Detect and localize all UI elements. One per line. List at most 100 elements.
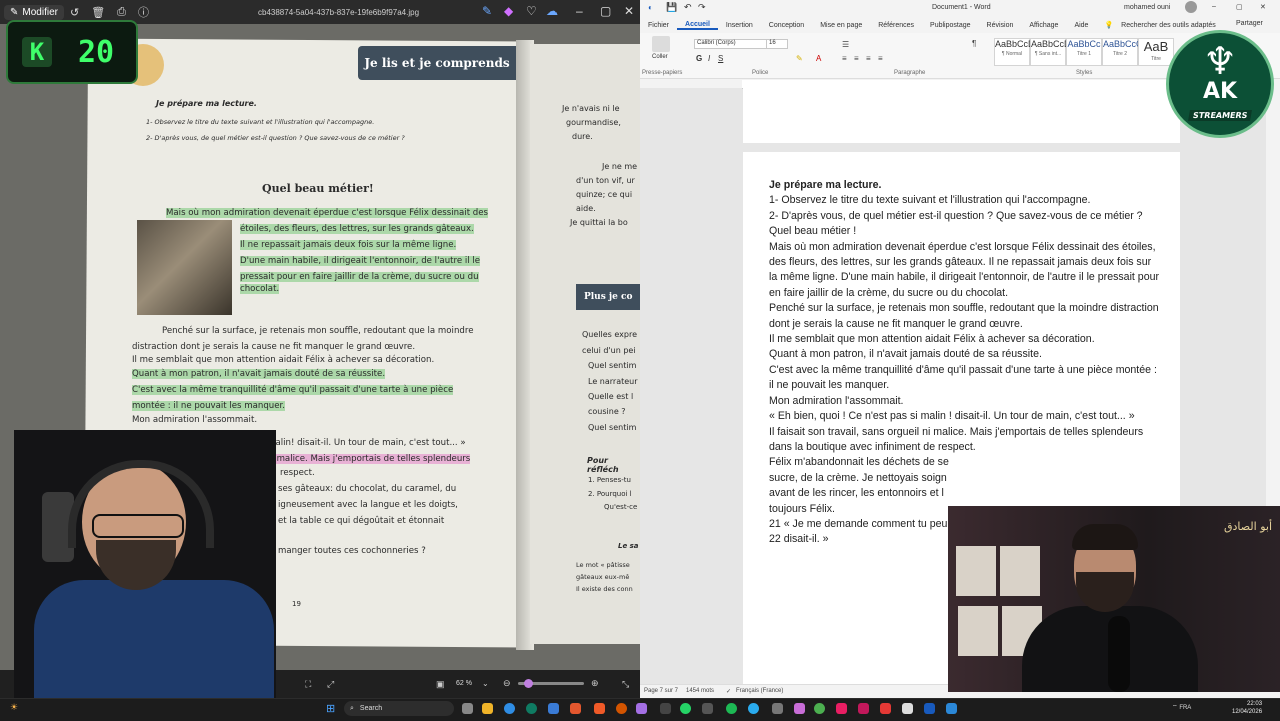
- app-icon[interactable]: [858, 703, 869, 714]
- brave-icon[interactable]: [594, 703, 605, 714]
- italic-button[interactable]: I: [708, 54, 710, 63]
- tab-fichier[interactable]: Fichier: [640, 22, 677, 29]
- app-icon[interactable]: [570, 703, 581, 714]
- file-explorer-icon[interactable]: [482, 703, 493, 714]
- edge-icon[interactable]: [504, 703, 515, 714]
- bullets-icon[interactable]: ☰: [842, 40, 849, 49]
- chrome-icon[interactable]: [814, 703, 825, 714]
- tab-affichage[interactable]: Affichage: [1021, 22, 1066, 29]
- discord-icon[interactable]: [660, 703, 671, 714]
- highlight-icon[interactable]: ✎: [796, 54, 803, 63]
- undo-icon[interactable]: ↶: [684, 2, 692, 13]
- info-icon[interactable]: ⓘ: [138, 4, 149, 20]
- close-button[interactable]: ✕: [624, 4, 634, 18]
- align-center-icon[interactable]: ≡: [854, 54, 859, 63]
- maximize-button[interactable]: ▢: [600, 4, 611, 18]
- task-view-icon[interactable]: [462, 703, 473, 714]
- maximize-button[interactable]: ▢: [1236, 3, 1243, 11]
- tab-conception[interactable]: Conception: [761, 22, 812, 29]
- print-icon[interactable]: ⎙: [117, 6, 126, 19]
- app-icon[interactable]: [836, 703, 847, 714]
- bold-button[interactable]: G: [696, 54, 702, 63]
- align-left-icon[interactable]: ≡: [842, 54, 847, 63]
- page-count[interactable]: Page 7 sur 7: [644, 688, 678, 694]
- weather-icon[interactable]: ☀: [10, 702, 18, 713]
- spotify-icon[interactable]: [726, 703, 737, 714]
- tab-revision[interactable]: Révision: [979, 22, 1022, 29]
- minimize-button[interactable]: –: [1212, 3, 1216, 10]
- rotate-icon[interactable]: ↺: [70, 6, 79, 19]
- app-icon[interactable]: [794, 703, 805, 714]
- font-color-icon[interactable]: A: [816, 54, 821, 63]
- actual-size-icon[interactable]: ⤢: [327, 679, 334, 690]
- language-status[interactable]: Français (France): [736, 688, 783, 694]
- clipchamp-icon[interactable]: ◆: [504, 4, 513, 18]
- zoom-out-icon[interactable]: ⊖: [503, 678, 511, 689]
- word-icon[interactable]: [924, 703, 935, 714]
- minimize-button[interactable]: –: [576, 4, 583, 18]
- fit-screen-icon[interactable]: ⛶: [305, 679, 311, 690]
- whatsapp-icon[interactable]: [680, 703, 691, 714]
- zoom-slider-knob[interactable]: [524, 679, 533, 688]
- style-heading-2[interactable]: AaBbCcC Titre 2: [1102, 38, 1143, 66]
- firefox-icon[interactable]: [616, 703, 627, 714]
- app-icon[interactable]: [902, 703, 913, 714]
- tab-publipostage[interactable]: Publipostage: [922, 22, 978, 29]
- style-normal[interactable]: AaBbCcDd ¶ Normal: [994, 38, 1040, 66]
- tab-references[interactable]: Références: [870, 22, 922, 29]
- favorite-icon[interactable]: ♡: [526, 4, 537, 18]
- modifier-button[interactable]: ✎ Modifier: [4, 4, 64, 20]
- fullscreen-icon[interactable]: ⤡: [622, 679, 629, 690]
- proofing-icon[interactable]: ✓: [726, 688, 731, 695]
- pilcrow-icon[interactable]: ¶: [972, 39, 976, 48]
- autosave-icon[interactable]: ◐: [648, 3, 653, 12]
- photos-icon[interactable]: [946, 703, 957, 714]
- share-button[interactable]: Partager: [1236, 20, 1263, 27]
- paste-label[interactable]: Coller: [652, 54, 668, 60]
- reflect-line: 2. Pourquoi l: [588, 490, 632, 498]
- tab-accueil[interactable]: Accueil: [677, 21, 718, 30]
- paste-icon[interactable]: [652, 36, 670, 52]
- tab-insertion[interactable]: Insertion: [718, 22, 761, 29]
- image-icon[interactable]: ▣: [436, 679, 445, 690]
- delete-icon[interactable]: 🗑: [91, 6, 105, 19]
- language-indicator[interactable]: FRA: [1179, 705, 1191, 711]
- redo-icon[interactable]: ↷: [698, 2, 706, 13]
- windows-start-icon[interactable]: ⊞: [326, 702, 335, 715]
- obs-icon[interactable]: [636, 703, 647, 714]
- search-tools[interactable]: Rechercher des outils adaptés: [1121, 22, 1216, 29]
- user-name[interactable]: mohamed ouni: [1124, 4, 1170, 11]
- clock[interactable]: 22:03 12/04/2026: [1232, 700, 1262, 716]
- chevron-down-icon[interactable]: ⌄: [482, 679, 489, 688]
- style-heading-1[interactable]: AaBbCc Titre 1: [1066, 38, 1102, 66]
- edge-alt-icon[interactable]: [526, 703, 537, 714]
- app-icon[interactable]: [772, 703, 783, 714]
- align-right-icon[interactable]: ≡: [866, 54, 871, 63]
- close-button[interactable]: ✕: [1260, 3, 1266, 11]
- tab-aide[interactable]: Aide: [1066, 22, 1096, 29]
- justify-icon[interactable]: ≡: [878, 54, 883, 63]
- taskbar-search[interactable]: ⌕ Search: [344, 701, 454, 716]
- telegram-icon[interactable]: [748, 703, 759, 714]
- save-icon[interactable]: 💾: [666, 2, 677, 13]
- wifi-icon[interactable]: ⌔: [1172, 705, 1178, 711]
- previous-page[interactable]: [743, 88, 1180, 143]
- word-count[interactable]: 1454 mots: [686, 688, 714, 694]
- underline-button[interactable]: S: [718, 54, 723, 63]
- font-size-select[interactable]: 16: [766, 39, 788, 49]
- system-tray[interactable]: ⌔ FRA: [1172, 703, 1191, 711]
- tab-mise-en-page[interactable]: Mise en page: [812, 22, 870, 29]
- edit-pen-icon[interactable]: ✎: [482, 4, 492, 18]
- zoom-in-icon[interactable]: ⊕: [591, 678, 599, 689]
- font-name-select[interactable]: Calibri (Corps): [694, 39, 768, 49]
- doc-paragraph: sucre, de la crème. Je nettoyais soign: [769, 471, 947, 484]
- style-no-spacing[interactable]: AaBbCcDd ¶ Sans int...: [1030, 38, 1076, 66]
- document-body[interactable]: Je prépare ma lecture. 1- Observez le ti…: [769, 178, 1161, 548]
- onedrive-icon[interactable]: ☁: [546, 4, 558, 18]
- store-icon[interactable]: [548, 703, 559, 714]
- question: Quelle est l: [588, 392, 634, 401]
- zoom-level[interactable]: 62 %: [456, 680, 472, 687]
- epic-icon[interactable]: [702, 703, 713, 714]
- avatar[interactable]: [1185, 1, 1197, 13]
- app-icon[interactable]: [880, 703, 891, 714]
